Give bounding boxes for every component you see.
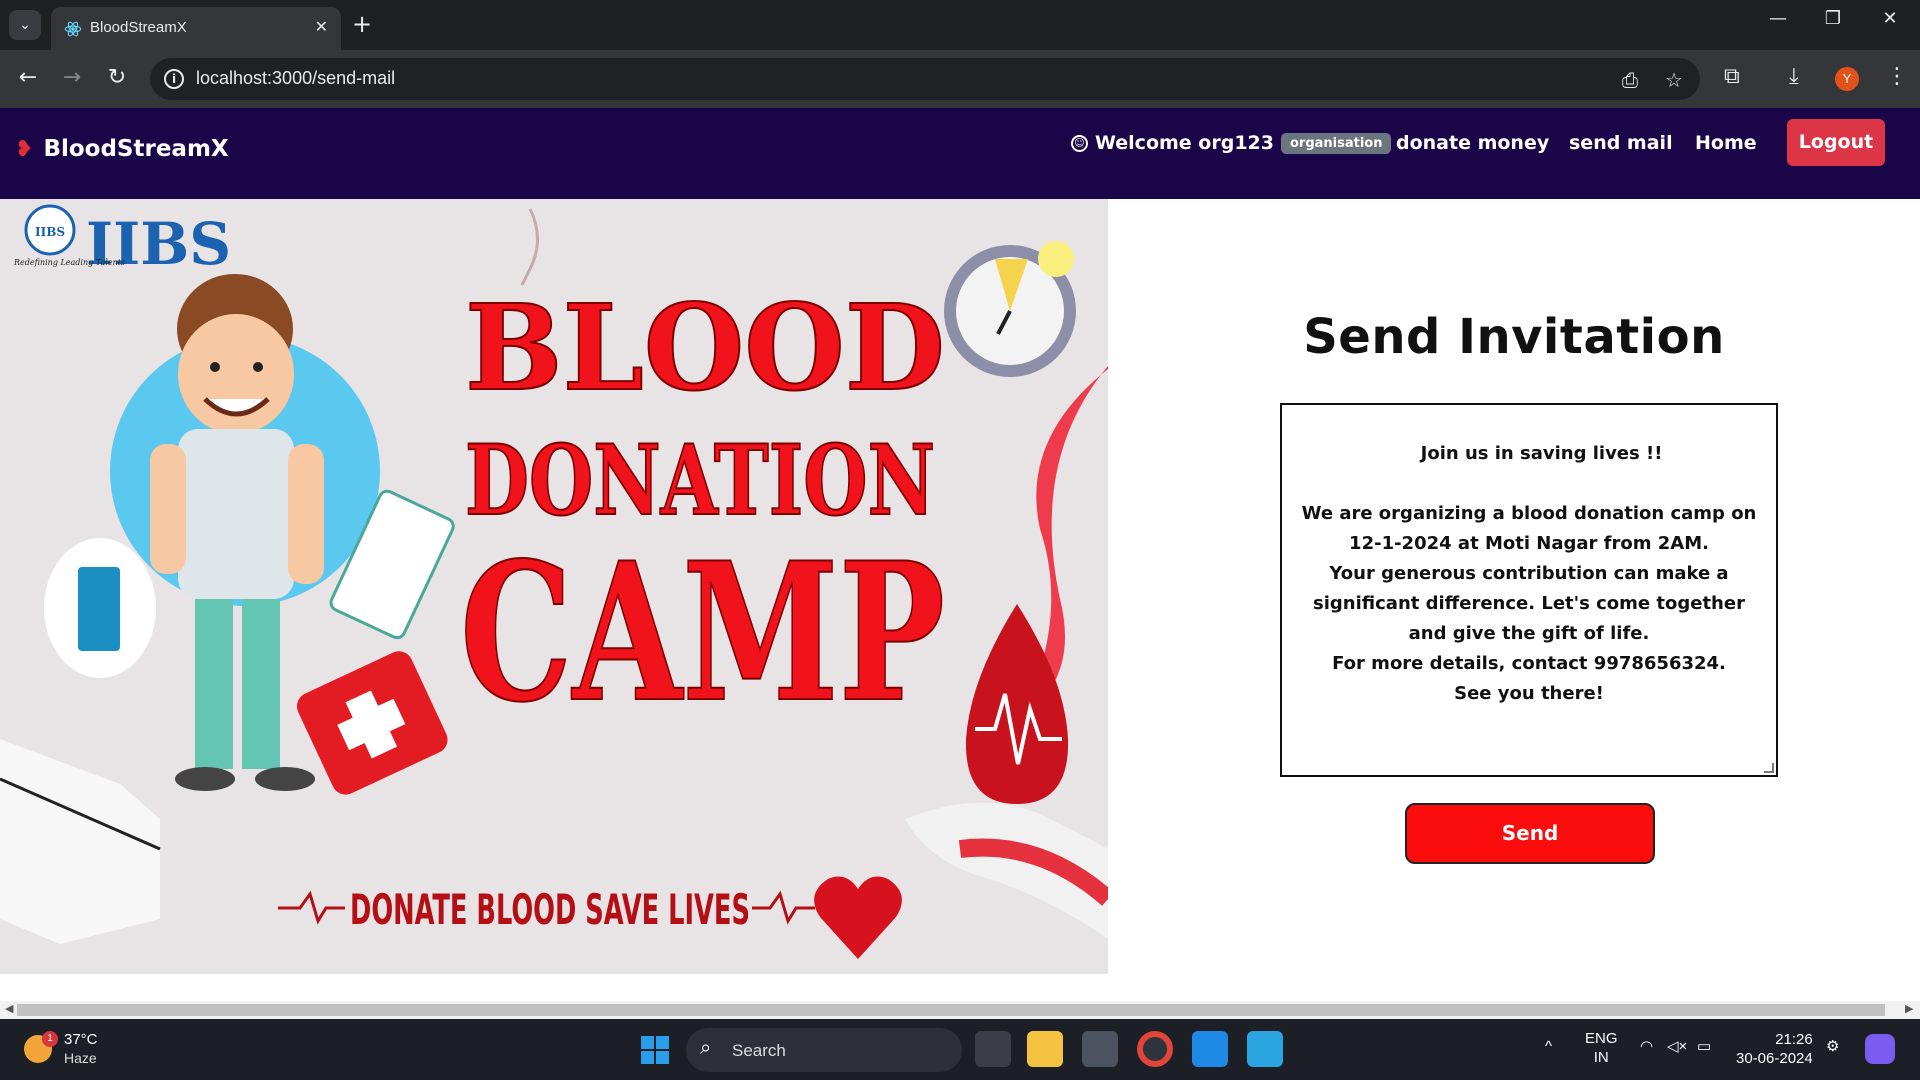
page-title: Send Invitation: [1303, 309, 1725, 365]
show-hidden-icons-chevron-icon[interactable]: ^: [1545, 1037, 1552, 1056]
poster-slogan: DONATE BLOOD SAVE LIVES: [350, 885, 750, 934]
reload-icon[interactable]: ↻: [102, 64, 132, 92]
welcome-text: Welcome org123: [1095, 132, 1274, 154]
windows-taskbar: 1 37°C Haze ⌕ Search ^ ENG IN ◠ ◁× ▭ 21:…: [0, 1019, 1920, 1080]
logo-text: IIBS: [86, 210, 231, 278]
language-code: ENG: [1585, 1030, 1618, 1047]
react-icon: [64, 21, 82, 37]
logout-button[interactable]: Logout: [1787, 119, 1885, 166]
send-invitation-panel: Send Invitation Join us in saving lives …: [1108, 199, 1920, 974]
brand-name: BloodStreamX: [43, 136, 229, 162]
site-info-icon[interactable]: i: [164, 69, 184, 89]
browser-tab-bar: ⌄ BloodStreamX ✕ + — ❐ ✕: [0, 0, 1920, 50]
scrollbar-thumb[interactable]: [17, 1004, 1885, 1016]
browser-toolbar: ← → ↻ i localhost:3000/send-mail ⎙ ☆ ⧉ ⤓…: [0, 50, 1920, 108]
new-tab-icon[interactable]: +: [352, 10, 372, 38]
horizontal-scrollbar[interactable]: ◀ ▶: [0, 1001, 1920, 1019]
browser-tab[interactable]: BloodStreamX ✕: [51, 7, 341, 50]
scroll-left-icon[interactable]: ◀: [5, 1002, 13, 1015]
nav-home[interactable]: Home: [1695, 132, 1757, 154]
wifi-icon[interactable]: ◠: [1640, 1037, 1653, 1056]
user-circle-icon: ☺: [1071, 134, 1088, 152]
camera-app-icon[interactable]: [1082, 1031, 1118, 1067]
address-bar[interactable]: i localhost:3000/send-mail ⎙ ☆: [150, 58, 1700, 100]
minimize-icon[interactable]: —: [1758, 8, 1798, 29]
url-text[interactable]: localhost:3000/send-mail: [196, 68, 395, 89]
send-button[interactable]: Send: [1405, 803, 1655, 864]
battery-icon[interactable]: ▭: [1697, 1037, 1711, 1056]
role-badge: organisation: [1280, 132, 1392, 154]
taskbar-search[interactable]: ⌕ Search: [686, 1028, 962, 1072]
notification-settings-icon[interactable]: ⚙: [1826, 1037, 1839, 1056]
vscode-icon[interactable]: [1192, 1031, 1228, 1067]
invitation-message-textarea[interactable]: Join us in saving lives !! We are organi…: [1280, 403, 1778, 777]
svg-text:IIBS: IIBS: [35, 225, 65, 239]
downloads-icon[interactable]: ⤓: [1789, 64, 1799, 89]
nav-donate-money[interactable]: donate money: [1396, 132, 1549, 154]
system-clock[interactable]: 21:26 30-06-2024: [1736, 1030, 1813, 1068]
chrome-icon[interactable]: [1137, 1031, 1173, 1067]
scroll-right-icon[interactable]: ▶: [1905, 1002, 1913, 1015]
tab-close-icon[interactable]: ✕: [315, 17, 328, 36]
file-explorer-icon[interactable]: [1027, 1031, 1063, 1067]
weather-haze-icon: 1: [24, 1031, 58, 1063]
install-app-icon[interactable]: ⎙: [1622, 68, 1638, 92]
app-navbar: ❥ BloodStreamX ☺ Welcome org123 organisa…: [0, 108, 1920, 199]
clock-time: 21:26: [1775, 1031, 1813, 1048]
hand-holding-heart-icon: ❥: [15, 136, 34, 162]
task-view-icon[interactable]: [975, 1031, 1011, 1067]
search-icon: ⌕: [700, 1037, 712, 1059]
close-window-icon[interactable]: ✕: [1870, 8, 1910, 29]
bookmark-star-icon[interactable]: ☆: [1665, 68, 1683, 92]
browser-menu-icon[interactable]: ⋮: [1886, 64, 1908, 89]
restore-icon[interactable]: ❐: [1813, 8, 1853, 29]
weather-alert-badge: 1: [42, 1031, 58, 1047]
weather-widget[interactable]: 1 37°C Haze: [24, 1031, 98, 1067]
weather-condition: Haze: [64, 1050, 97, 1066]
tab-title: BloodStreamX: [90, 19, 187, 36]
nav-send-mail[interactable]: send mail: [1569, 132, 1673, 154]
invitation-message-text[interactable]: Join us in saving lives !! We are organi…: [1302, 443, 1763, 704]
logo-tagline: Redefining Leading Talents: [13, 258, 125, 267]
language-indicator[interactable]: ENG IN: [1585, 1029, 1618, 1067]
copilot-icon[interactable]: [1865, 1034, 1895, 1064]
brand-logo[interactable]: ❥ BloodStreamX: [15, 136, 229, 162]
welcome-user: ☺ Welcome org123 organisation: [1071, 132, 1392, 154]
textarea-resize-handle[interactable]: [1764, 763, 1774, 773]
start-windows-icon[interactable]: [641, 1036, 669, 1064]
poster-line-1: BLOOD: [465, 278, 945, 417]
forward-icon[interactable]: →: [57, 64, 87, 92]
photos-app-icon[interactable]: [1247, 1031, 1283, 1067]
volume-muted-icon[interactable]: ◁×: [1667, 1037, 1687, 1056]
profile-avatar[interactable]: Y: [1835, 67, 1859, 91]
search-label: Search: [732, 1041, 786, 1060]
tab-search-chevron-icon[interactable]: ⌄: [9, 10, 41, 40]
clock-date: 30-06-2024: [1736, 1050, 1813, 1067]
weather-temp: 37°C: [64, 1031, 98, 1048]
blood-donation-camp-poster: IIBS IIBS Redefining Leading Talents BLO…: [0, 199, 1108, 974]
region-code: IN: [1593, 1049, 1609, 1066]
extensions-icon[interactable]: ⧉: [1724, 64, 1740, 89]
back-icon[interactable]: ←: [13, 64, 43, 92]
poster-line-3: CAMP: [460, 521, 945, 744]
